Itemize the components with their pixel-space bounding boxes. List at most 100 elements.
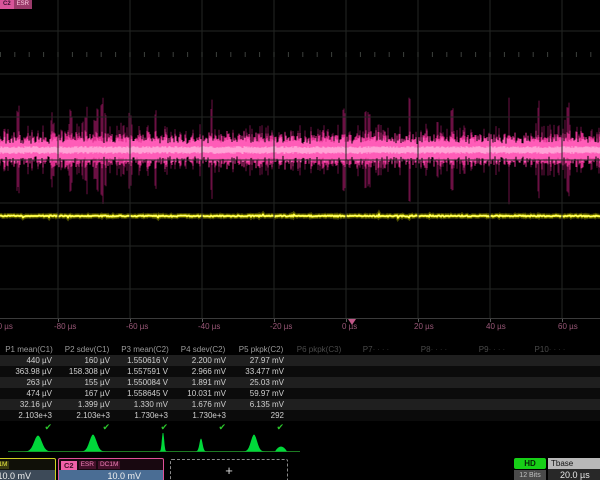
axis-tick-label: 40 µs [486, 322, 506, 331]
measure-value: 155 µV [58, 377, 116, 388]
c1-coupling-badge: DC1M [0, 461, 9, 469]
measure-value: 263 µV [0, 377, 58, 388]
inactive-dots: ···· [373, 345, 392, 354]
measure-value: 158.308 µV [58, 366, 116, 377]
channel-descriptor-c2[interactable]: C2 ESR DC1M 10.0 mV [58, 458, 164, 480]
c1-waveform[interactable] [0, 215, 600, 218]
channel-descriptor-c1[interactable]: DC1M 10.0 mV [0, 458, 56, 480]
measure-header-label: P10 [535, 345, 549, 354]
trigger-time-marker[interactable] [348, 319, 356, 325]
measure-value: 1.330 mV [116, 399, 174, 410]
measure-header-p2[interactable]: P2 sdev(C1) [58, 344, 116, 355]
measure-value: 1.891 mV [174, 377, 232, 388]
status-check-icon: ✔ [174, 421, 232, 433]
measure-header-p11[interactable]: P11 [580, 344, 600, 355]
measure-row-min: 263 µV 155 µV 1.550084 V 1.891 mV 25.03 … [0, 377, 600, 388]
measure-value: 292 [232, 410, 290, 421]
measure-value: 6.135 mV [232, 399, 290, 410]
measure-value: 2.103e+3 [58, 410, 116, 421]
measure-value: 1.730e+3 [174, 410, 232, 421]
measure-value: 10.031 mV [174, 388, 232, 399]
measure-value: 2.103e+3 [0, 410, 58, 421]
axis-tick-label: -60 µs [126, 322, 148, 331]
measure-value: 2.200 mV [174, 355, 232, 366]
measure-value: 27.97 mV [232, 355, 290, 366]
axis-tick-label: -40 µs [198, 322, 220, 331]
axis-tick-label: -20 µs [270, 322, 292, 331]
inactive-dots: ···· [489, 345, 508, 354]
bottom-descriptor-bar: DC1M 10.0 mV C2 ESR DC1M 10.0 mV + HD 12… [0, 457, 600, 480]
graticule-area [0, 0, 600, 318]
axis-tick-label: 60 µs [558, 322, 578, 331]
measure-value: 33.477 mV [232, 366, 290, 377]
measure-header-row: P1 mean(C1) P2 sdev(C1) P3 mean(C2) P4 s… [0, 344, 600, 355]
tbase-label: Tbase [548, 458, 600, 469]
top-left-annotation: C2 ESR [0, 0, 32, 9]
graticule-grid [0, 0, 600, 318]
measure-histicons[interactable] [0, 433, 600, 457]
c1-scale-value: 10.0 mV [0, 470, 55, 480]
measure-header-p1[interactable]: P1 mean(C1) [0, 344, 58, 355]
timebase-descriptor[interactable]: Tbase 20.0 µs [548, 458, 600, 480]
histicon-P5 [239, 435, 269, 452]
histicon-bump [275, 447, 287, 452]
measure-value: 1.550084 V [116, 377, 174, 388]
inactive-dots: ···· [549, 345, 568, 354]
measure-value: 59.97 mV [232, 388, 290, 399]
inactive-dots: ···· [431, 345, 450, 354]
measure-header-p9[interactable]: P9···· [464, 344, 522, 355]
hd-indicator[interactable]: HD 12 Bits [514, 458, 546, 480]
measure-header-p8[interactable]: P8···· [406, 344, 464, 355]
histicon-P2 [76, 435, 110, 452]
histicon-P1 [19, 436, 57, 452]
axis-tick-label: -100 µs [0, 322, 13, 331]
measure-header-label: P8 [421, 345, 431, 354]
hd-badge: HD [514, 458, 546, 469]
c2-esr-badge: ESR [79, 461, 96, 469]
measure-value: 25.03 mV [232, 377, 290, 388]
c2-waveform[interactable] [0, 98, 600, 205]
measure-header-p5[interactable]: P5 pkpk(C2) [232, 344, 290, 355]
measure-value: 440 µV [0, 355, 58, 366]
measure-row-sdev: 32.16 µV 1.399 µV 1.330 mV 1.676 mV 6.13… [0, 399, 600, 410]
measure-value: 474 µV [0, 388, 58, 399]
measure-value: 167 µV [58, 388, 116, 399]
measure-value: 1.557591 V [116, 366, 174, 377]
measure-value: 1.558645 V [116, 388, 174, 399]
measure-value: 1.676 mV [174, 399, 232, 410]
add-trace-button[interactable]: + [170, 459, 288, 480]
measure-row-max: 474 µV 167 µV 1.558645 V 10.031 mV 59.97… [0, 388, 600, 399]
measure-header-p3[interactable]: P3 mean(C2) [116, 344, 174, 355]
mode-badge: ESR [14, 0, 32, 9]
measure-row-value: 440 µV 160 µV 1.550616 V 2.200 mV 27.97 … [0, 355, 600, 366]
trace-badge: C2 [0, 0, 14, 9]
status-check-icon: ✔ [0, 421, 58, 433]
measure-table: P1 mean(C1) P2 sdev(C1) P3 mean(C2) P4 s… [0, 344, 600, 433]
measure-value: 1.730e+3 [116, 410, 174, 421]
measure-value: 363.98 µV [0, 366, 58, 377]
timebase-axis: -100 µs -80 µs -60 µs -40 µs -20 µs 0 µs… [0, 318, 600, 334]
measure-value: 1.550616 V [116, 355, 174, 366]
measure-value: 160 µV [58, 355, 116, 366]
c2-scale-value: 10.0 mV [59, 470, 163, 480]
measure-header-p6[interactable]: P6 pkpk(C3) [290, 344, 348, 355]
measure-header-p4[interactable]: P4 sdev(C2) [174, 344, 232, 355]
status-check-icon: ✔ [58, 421, 116, 433]
status-check-icon: ✔ [232, 421, 290, 433]
c2-coupling-badge: DC1M [98, 461, 120, 469]
measure-row-mean: 363.98 µV 158.308 µV 1.557591 V 2.966 mV… [0, 366, 600, 377]
measure-header-p10[interactable]: P10···· [522, 344, 580, 355]
oscilloscope-screen: C2 ESR -100 µs -80 µs -60 µs -40 µs -20 … [0, 0, 600, 480]
measure-value: 32.16 µV [0, 399, 58, 410]
axis-tick-label: 20 µs [414, 322, 434, 331]
measure-status-row: ✔ ✔ ✔ ✔ ✔ [0, 421, 600, 433]
histicon-P3 [159, 433, 168, 452]
status-check-icon: ✔ [116, 421, 174, 433]
histicon-P4 [195, 439, 208, 452]
measure-row-num: 2.103e+3 2.103e+3 1.730e+3 1.730e+3 292 [0, 410, 600, 421]
histicon-strip [0, 433, 600, 457]
c2-label: C2 [61, 461, 77, 470]
measure-header-label: P9 [479, 345, 489, 354]
measure-value: 2.966 mV [174, 366, 232, 377]
measure-header-p7[interactable]: P7···· [348, 344, 406, 355]
